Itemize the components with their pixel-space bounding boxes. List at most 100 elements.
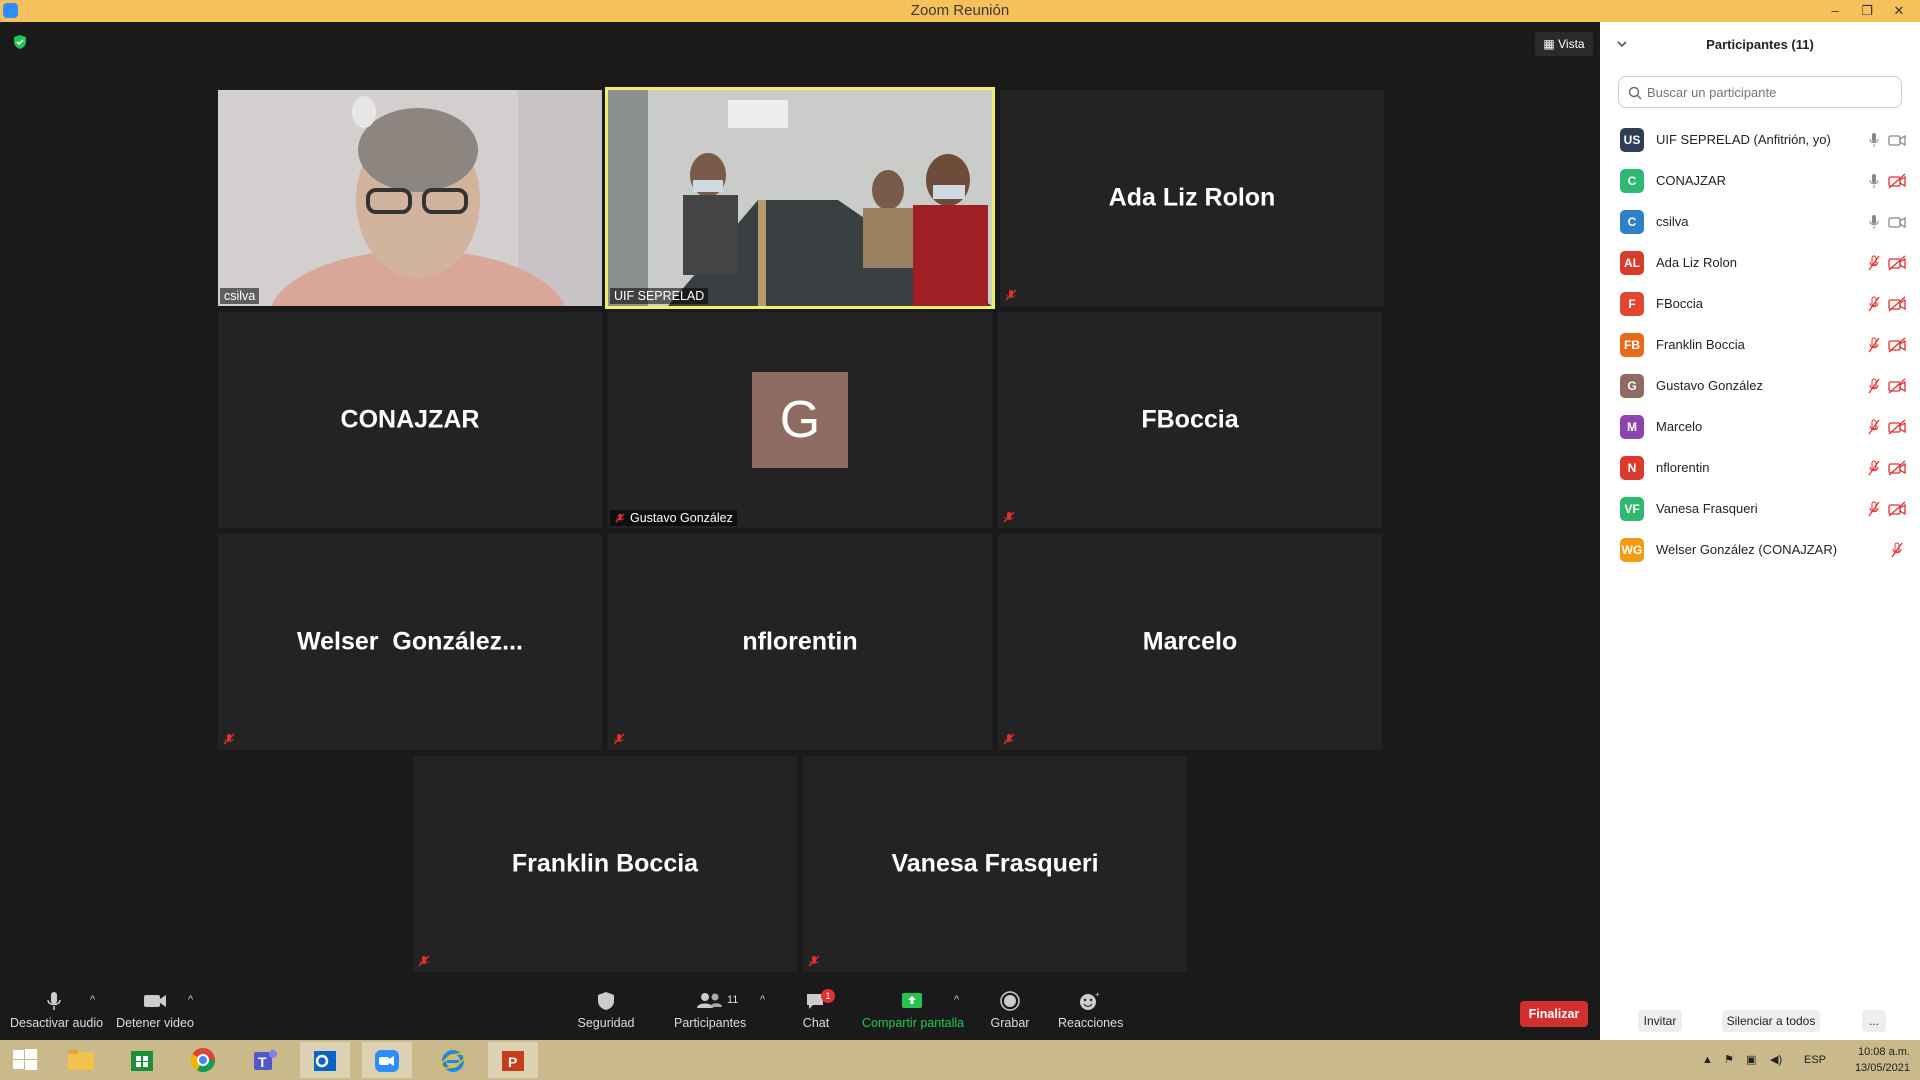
share-screen-button[interactable]: Compartir pantalla <box>862 990 964 1030</box>
action-center-flag-icon[interactable]: ⚑ <box>1724 1040 1734 1080</box>
mute-audio-label: Desactivar audio <box>10 1016 104 1030</box>
microphone-icon[interactable] <box>1866 132 1882 148</box>
microphone-icon[interactable] <box>1866 173 1882 189</box>
clock-date: 13/05/2021 <box>1854 1062 1910 1074</box>
participant-search-input[interactable] <box>1618 76 1902 108</box>
internet-explorer-taskbar-icon[interactable] <box>428 1042 478 1078</box>
start-button[interactable] <box>0 1042 50 1078</box>
video-camera-icon[interactable] <box>1888 132 1906 148</box>
chrome-taskbar-icon[interactable] <box>178 1042 228 1078</box>
muted-mic-icon[interactable] <box>1866 501 1882 517</box>
muted-mic-icon[interactable] <box>1866 378 1882 394</box>
video-options-caret[interactable]: ^ <box>188 994 193 1006</box>
video-tile-marcelo[interactable]: Marcelo <box>998 534 1382 750</box>
clock-time: 10:08 a.m. <box>1858 1046 1910 1058</box>
security-shield-icon <box>598 992 614 1010</box>
video-tile-conajzar[interactable]: CONAJZAR <box>218 312 602 528</box>
minimize-button[interactable]: – <box>1820 0 1850 22</box>
muted-mic-icon[interactable] <box>1888 542 1906 558</box>
store-taskbar-icon[interactable] <box>117 1042 167 1078</box>
restore-button[interactable]: ❐ <box>1852 0 1882 22</box>
teams-icon: T <box>254 1050 277 1070</box>
participant-avatar: C <box>1620 169 1644 193</box>
participants-options-caret[interactable]: ^ <box>760 994 765 1006</box>
system-clock[interactable]: 10:08 a.m. 13/05/2021 <box>1826 1044 1910 1076</box>
mute-all-button[interactable]: Silenciar a todos <box>1722 1010 1820 1032</box>
meeting-toolbar: Desactivar audio ^ Detener video ^ Segur… <box>0 980 1600 1040</box>
video-tile-csilva[interactable]: csilva <box>218 90 602 306</box>
zoom-taskbar-icon[interactable] <box>362 1042 412 1078</box>
powerpoint-taskbar-icon[interactable]: P <box>488 1042 538 1078</box>
network-icon[interactable]: ▣ <box>1746 1040 1756 1080</box>
reactions-button[interactable]: + Reacciones <box>1058 990 1123 1030</box>
video-off-icon[interactable] <box>1888 419 1906 435</box>
end-meeting-button[interactable]: Finalizar <box>1520 1001 1588 1027</box>
more-options-button[interactable]: ... <box>1862 1010 1886 1032</box>
windows-logo-icon <box>13 1049 37 1070</box>
outlook-taskbar-icon[interactable] <box>300 1042 350 1078</box>
folder-icon <box>68 1050 94 1070</box>
tray-overflow-caret[interactable]: ▲ <box>1702 1040 1713 1080</box>
participant-display-name: CONAJZAR <box>340 405 480 434</box>
participant-row[interactable]: G Gustavo González <box>1600 366 1920 407</box>
muted-mic-icon[interactable] <box>1866 296 1882 312</box>
invite-button[interactable]: Invitar <box>1638 1010 1682 1032</box>
participant-display-name: Marcelo <box>1142 627 1238 656</box>
muted-mic-icon <box>1003 733 1015 745</box>
video-tile-uif-seprelad[interactable]: UIF SEPRELAD <box>605 87 995 309</box>
muted-mic-icon[interactable] <box>1866 337 1882 353</box>
video-tile-fboccia[interactable]: FBoccia <box>998 312 1382 528</box>
record-button[interactable]: Grabar <box>986 990 1034 1030</box>
participant-row[interactable]: Nnflorentin <box>1600 448 1920 489</box>
video-camera-icon[interactable] <box>1888 214 1906 230</box>
share-options-caret[interactable]: ^ <box>954 994 959 1006</box>
participant-row[interactable]: US UIF SEPRELAD (Anfitrión, yo) <box>1600 120 1920 161</box>
video-off-icon[interactable] <box>1888 460 1906 476</box>
muted-mic-icon <box>1005 289 1017 301</box>
view-button[interactable]: ▦ Vista <box>1535 32 1593 56</box>
video-off-icon[interactable] <box>1888 501 1906 517</box>
participant-row[interactable]: M Marcelo <box>1600 407 1920 448</box>
zoom-icon <box>375 1050 399 1072</box>
file-explorer-taskbar-icon[interactable] <box>55 1042 105 1078</box>
teams-taskbar-icon[interactable]: T <box>240 1042 290 1078</box>
video-off-icon[interactable] <box>1888 173 1906 189</box>
video-tile-ada-liz-rolon[interactable]: Ada Liz Rolon <box>1000 90 1384 306</box>
audio-options-caret[interactable]: ^ <box>90 994 95 1006</box>
participant-name: Gustavo González <box>1656 378 1763 393</box>
participant-row[interactable]: F FBoccia <box>1600 284 1920 325</box>
video-tile-vanesa-frasqueri[interactable]: Vanesa Frasqueri <box>803 756 1187 972</box>
participant-row[interactable]: VF Vanesa Frasqueri <box>1600 489 1920 530</box>
video-off-icon[interactable] <box>1888 378 1906 394</box>
close-button[interactable]: ✕ <box>1884 0 1914 22</box>
video-off-icon[interactable] <box>1888 255 1906 271</box>
input-language[interactable]: ESP <box>1804 1040 1826 1080</box>
video-tile-gustavo-gonzalez[interactable]: G Gustavo González <box>608 312 992 528</box>
muted-mic-icon[interactable] <box>1866 255 1882 271</box>
security-button[interactable]: Seguridad <box>576 990 636 1030</box>
stop-video-button[interactable]: Detener video <box>115 990 195 1030</box>
participant-row[interactable]: AL Ada Liz Rolon <box>1600 243 1920 284</box>
muted-mic-icon <box>223 733 235 745</box>
volume-icon[interactable]: ◀) <box>1770 1040 1782 1080</box>
video-tile-nflorentin[interactable]: nflorentin <box>608 534 992 750</box>
grid-icon: ▦ <box>1543 37 1555 51</box>
muted-mic-icon <box>1003 511 1015 523</box>
participant-row[interactable]: WG Welser González (CONAJZAR) <box>1600 530 1920 571</box>
participant-row[interactable]: C CONAJZAR <box>1600 161 1920 202</box>
participant-row[interactable]: Ccsilva <box>1600 202 1920 243</box>
participant-display-name: Franklin Boccia <box>511 849 699 878</box>
video-tile-welser-gonzalez[interactable]: Welser González... <box>218 534 602 750</box>
video-off-icon[interactable] <box>1888 296 1906 312</box>
muted-mic-icon[interactable] <box>1866 419 1882 435</box>
encryption-shield-icon[interactable] <box>12 34 28 50</box>
chat-label: Chat <box>802 1016 830 1030</box>
microphone-icon[interactable] <box>1866 214 1882 230</box>
participant-display-name: Vanesa Frasqueri <box>891 849 1099 878</box>
participant-name: Marcelo <box>1656 419 1703 434</box>
video-tile-franklin-boccia[interactable]: Franklin Boccia <box>413 756 797 972</box>
participant-row[interactable]: FB Franklin Boccia <box>1600 325 1920 366</box>
muted-mic-icon[interactable] <box>1866 460 1882 476</box>
video-off-icon[interactable] <box>1888 337 1906 353</box>
mute-audio-button[interactable]: Desactivar audio <box>10 990 103 1030</box>
